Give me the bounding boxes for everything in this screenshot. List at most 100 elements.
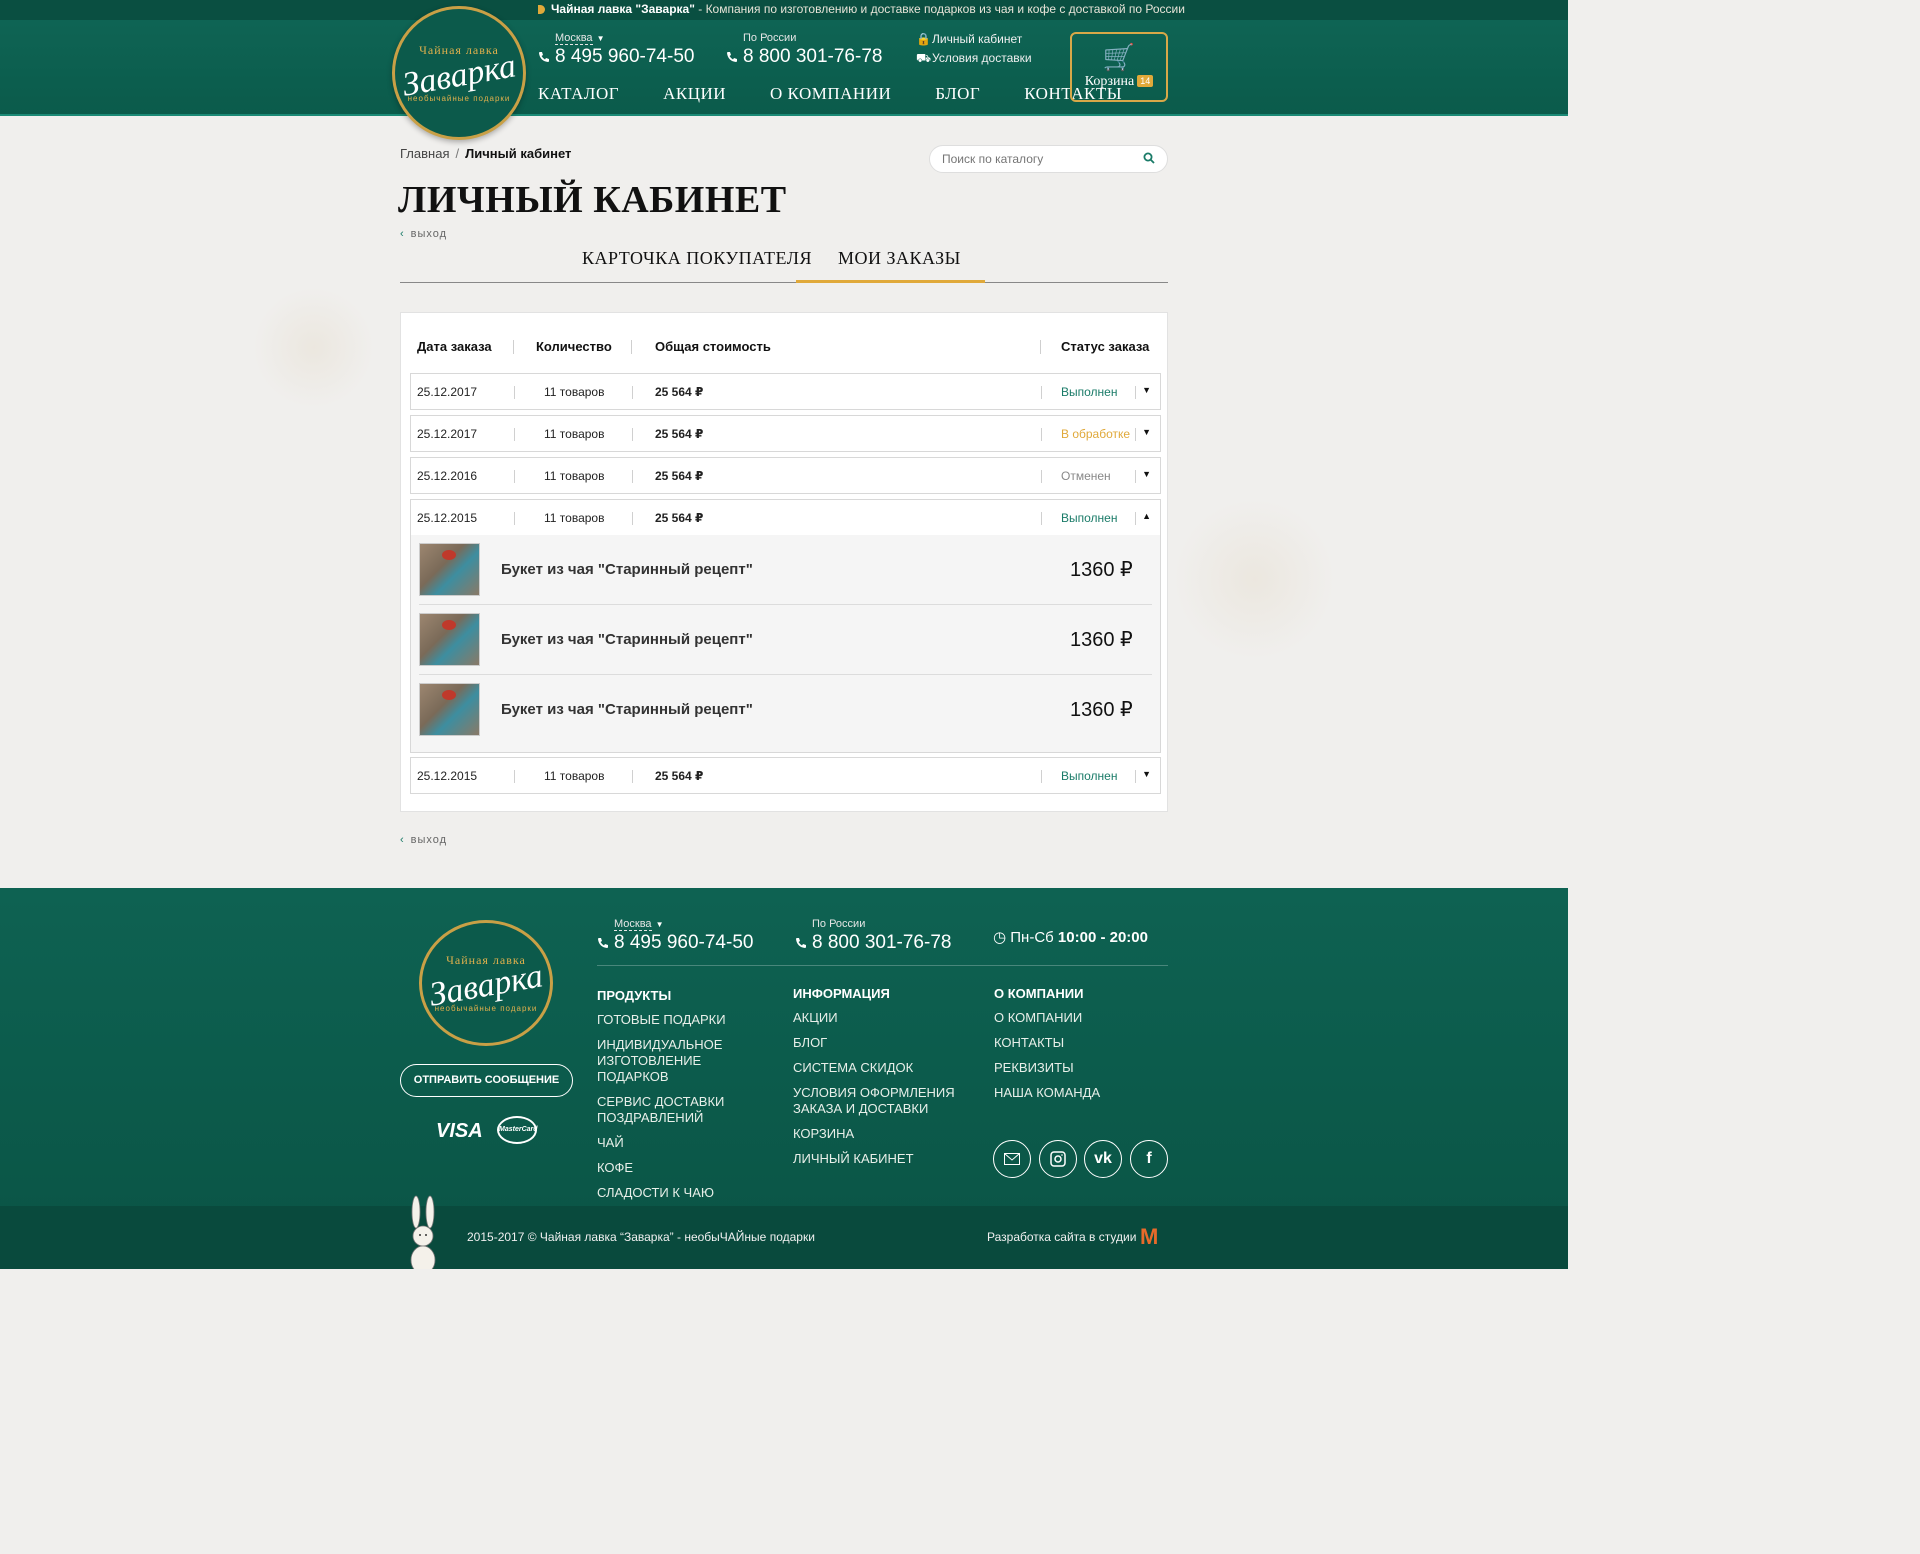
- footer-link[interactable]: Кофе: [597, 1160, 767, 1176]
- city-selector[interactable]: Москва: [614, 918, 652, 931]
- studio-credit[interactable]: Разработка сайта в студии: [987, 1230, 1136, 1244]
- order-total: 25 564 ₽: [655, 769, 704, 783]
- footer-link[interactable]: Наша команда: [994, 1085, 1100, 1101]
- order-row[interactable]: 25.12.2017 11 товаров 25 564 ₽ Выполнен …: [410, 373, 1161, 410]
- footer-phone-moscow: Москва ▼ 8 495 960-74-50: [597, 914, 753, 954]
- footer-link[interactable]: Индивидуальное изготовление подарков: [597, 1037, 767, 1085]
- footer-link[interactable]: Реквизиты: [994, 1060, 1100, 1076]
- footer-link[interactable]: Система скидок: [793, 1060, 963, 1076]
- search-box: [929, 145, 1168, 173]
- shopping-cart-icon: 🛒: [1102, 42, 1136, 72]
- column-divider: [513, 340, 514, 354]
- product-name[interactable]: Букет из чая "Старинный рецепт": [501, 561, 753, 578]
- product-thumbnail[interactable]: [419, 613, 480, 666]
- expand-toggle-icon[interactable]: ▼: [1142, 469, 1151, 479]
- vk-icon[interactable]: vk: [1084, 1140, 1122, 1178]
- breadcrumb-home[interactable]: Главная: [400, 146, 449, 161]
- footer-link[interactable]: Сервис доставки поздравлений: [597, 1094, 767, 1126]
- tab-customer-card[interactable]: Карточка покупателя: [582, 248, 812, 269]
- cell-divider: [1041, 770, 1042, 783]
- order-status: В обработке: [1061, 427, 1131, 441]
- studio-logo-icon[interactable]: M: [1140, 1224, 1158, 1250]
- cart-button[interactable]: 🛒 Корзина 14: [1070, 32, 1168, 102]
- footer-link[interactable]: Условия оформления заказа и доставки: [793, 1085, 963, 1117]
- facebook-icon[interactable]: f: [1130, 1140, 1168, 1178]
- footer-link[interactable]: О компании: [994, 1010, 1100, 1026]
- email-icon[interactable]: [993, 1140, 1031, 1178]
- logout-link-top[interactable]: ‹ выход: [400, 228, 447, 240]
- phone-moscow-link[interactable]: 8 495 960-74-50: [555, 46, 694, 67]
- footer-logo[interactable]: Чайная лавка Заварка необычайные подарки: [419, 920, 553, 1046]
- footer-link[interactable]: Готовые подарки: [597, 1012, 767, 1028]
- footer-link[interactable]: Блог: [793, 1035, 963, 1051]
- footer-link[interactable]: Личный кабинет: [793, 1151, 963, 1167]
- footer-link[interactable]: Контакты: [994, 1035, 1100, 1051]
- account-tabs: Карточка покупателя Мои заказы: [400, 244, 1168, 283]
- cell-divider: [632, 770, 633, 783]
- hours-time: 10:00 - 20:00: [1057, 929, 1148, 946]
- footer-phone-moscow-link[interactable]: 8 495 960-74-50: [614, 932, 753, 953]
- search-input[interactable]: [942, 146, 1132, 172]
- cell-divider: [1041, 470, 1042, 483]
- footer-info-column: Информация Акции Блог Система скидок Усл…: [793, 986, 963, 1176]
- nav-blog[interactable]: Блог: [935, 84, 980, 104]
- order-row[interactable]: 25.12.2017 11 товаров 25 564 ₽ В обработ…: [410, 415, 1161, 452]
- nav-promotions[interactable]: Акции: [663, 84, 726, 104]
- cell-divider: [1135, 770, 1136, 783]
- cell-divider: [632, 428, 633, 441]
- cell-divider: [1135, 512, 1136, 525]
- chevron-down-icon[interactable]: ▼: [656, 920, 664, 929]
- order-date: 25.12.2017: [417, 427, 478, 441]
- cell-divider: [514, 428, 515, 441]
- product-name[interactable]: Букет из чая "Старинный рецепт": [501, 701, 753, 718]
- visa-logo: VISA: [436, 1120, 483, 1142]
- footer-company-column: О компании О компании Контакты Реквизиты…: [994, 986, 1100, 1110]
- footer-link[interactable]: Корзина: [793, 1126, 963, 1142]
- header-phone-moscow: Москва ▼ 8 495 960-74-50: [538, 28, 694, 68]
- order-status: Выполнен: [1061, 769, 1118, 783]
- collapse-toggle-icon[interactable]: ▲: [1142, 511, 1151, 521]
- nav-about[interactable]: О компании: [770, 84, 891, 104]
- phone-icon: [796, 938, 806, 948]
- product-thumbnail[interactable]: [419, 683, 480, 736]
- order-date: 25.12.2015: [417, 511, 478, 525]
- account-link[interactable]: Личный кабинет: [932, 32, 1022, 46]
- footer-info-title: Информация: [793, 986, 890, 1001]
- chevron-left-icon: ‹: [400, 228, 405, 240]
- city-selector[interactable]: Москва: [555, 32, 593, 45]
- product-name[interactable]: Букет из чая "Старинный рецепт": [501, 631, 753, 648]
- product-thumbnail[interactable]: [419, 543, 480, 596]
- expand-toggle-icon[interactable]: ▼: [1142, 769, 1151, 779]
- footer-link[interactable]: Акции: [793, 1010, 963, 1026]
- nav-catalog[interactable]: Каталог: [538, 84, 619, 104]
- page-title: Личный кабинет: [398, 179, 787, 221]
- expand-toggle-icon[interactable]: ▼: [1142, 427, 1151, 437]
- site-header: Чайная лавка "Заварка" - Компания по изг…: [0, 0, 1568, 116]
- chevron-down-icon[interactable]: ▼: [597, 34, 605, 43]
- expand-toggle-icon[interactable]: ▼: [1142, 385, 1151, 395]
- site-logo[interactable]: Чайная лавка Заварка необычайные подарки: [392, 6, 526, 140]
- order-row[interactable]: 25.12.2015 11 товаров 25 564 ₽ Выполнен …: [410, 757, 1161, 794]
- order-row-expanded[interactable]: 25.12.2015 11 товаров 25 564 ₽ Выполнен …: [410, 499, 1161, 536]
- footer-link[interactable]: Сладости к чаю: [597, 1185, 767, 1201]
- logout-link-bottom[interactable]: ‹ выход: [400, 834, 447, 846]
- tab-my-orders[interactable]: Мои заказы: [838, 248, 961, 269]
- order-row[interactable]: 25.12.2016 11 товаров 25 564 ₽ Отменен ▼: [410, 457, 1161, 494]
- footer-phone-russia-link[interactable]: 8 800 301-76-78: [812, 932, 951, 953]
- column-header-status: Статус заказа: [1061, 339, 1150, 354]
- cell-divider: [1135, 470, 1136, 483]
- cell-divider: [1041, 386, 1042, 399]
- phone-russia-link[interactable]: 8 800 301-76-78: [743, 46, 882, 67]
- search-icon[interactable]: [1143, 152, 1155, 167]
- order-quantity: 11 товаров: [544, 511, 605, 525]
- delivery-link[interactable]: Условия доставки: [932, 51, 1032, 65]
- footer-link[interactable]: Чай: [597, 1135, 767, 1151]
- logout-label: выход: [410, 834, 448, 846]
- order-quantity: 11 товаров: [544, 469, 605, 483]
- order-total: 25 564 ₽: [655, 469, 704, 483]
- instagram-icon[interactable]: [1039, 1140, 1077, 1178]
- cart-label: Корзина: [1084, 74, 1135, 89]
- column-header-total: Общая стоимость: [655, 339, 771, 354]
- send-message-button[interactable]: Отправить сообщение: [400, 1064, 573, 1097]
- order-item: Букет из чая "Старинный рецепт" 1360 ₽: [419, 535, 1152, 605]
